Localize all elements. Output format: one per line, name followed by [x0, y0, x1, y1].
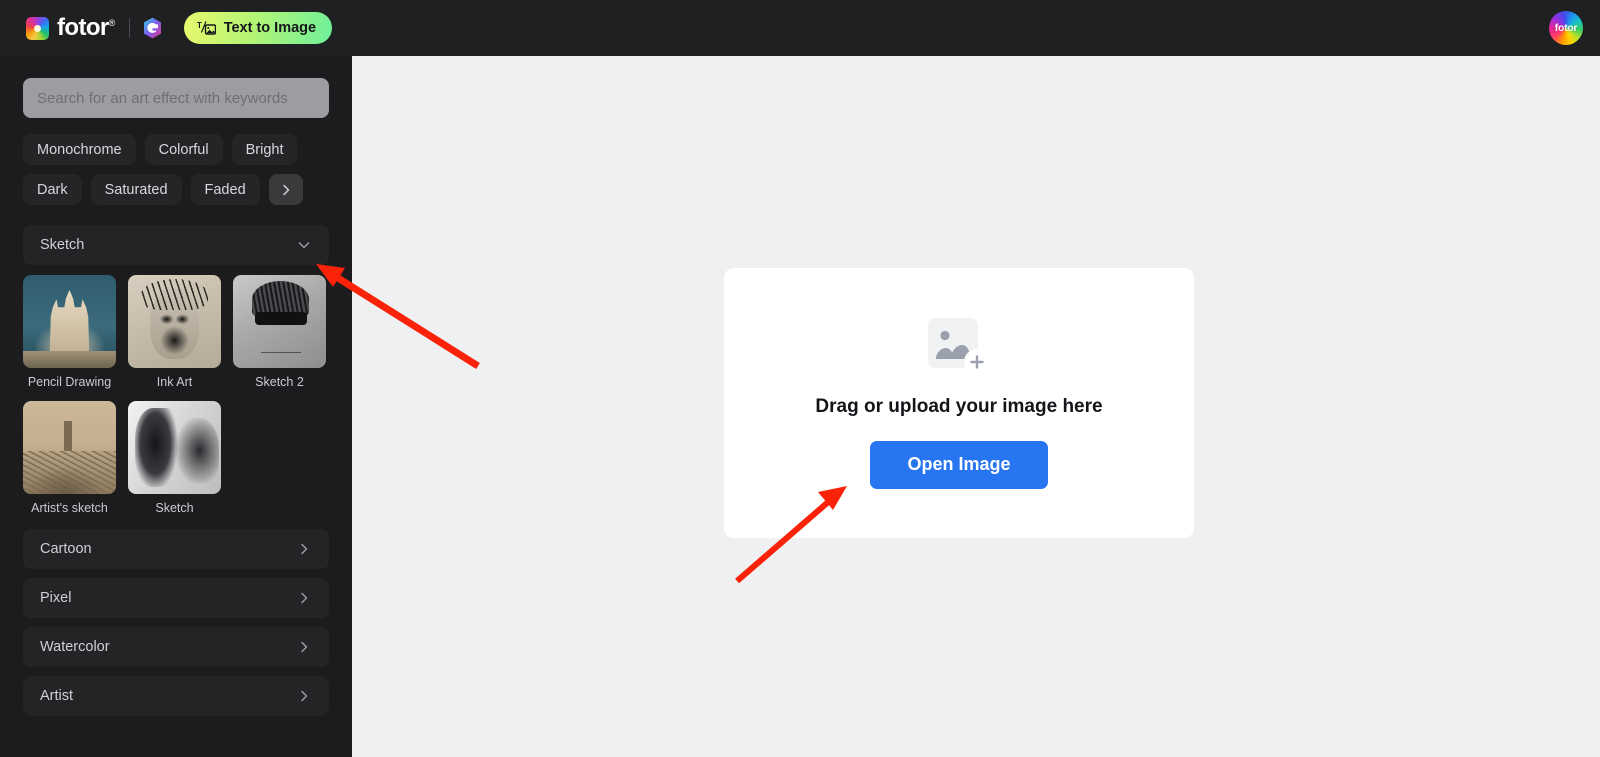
- effect-thumbnail: [128, 275, 221, 368]
- chevron-down-icon: [298, 242, 310, 249]
- effects-sidebar: Monochrome Colorful Bright Dark Saturate…: [0, 56, 352, 757]
- search-input[interactable]: [23, 78, 329, 118]
- fotor-logo-icon: [26, 16, 49, 40]
- filter-tag-saturated[interactable]: Saturated: [90, 174, 182, 205]
- category-title-watercolor: Watercolor: [40, 639, 110, 655]
- upload-dropzone[interactable]: Drag or upload your image here Open Imag…: [724, 268, 1194, 538]
- effect-item-artists-sketch[interactable]: Artist's sketch: [23, 401, 116, 515]
- text-to-image-label: Text to Image: [223, 20, 317, 36]
- goart-logo-icon[interactable]: [143, 17, 162, 39]
- avatar-label: fotor: [1554, 22, 1578, 34]
- more-tags-button[interactable]: [268, 174, 303, 205]
- effect-thumbnail: [23, 401, 116, 494]
- image-placeholder-add-icon: [927, 317, 990, 375]
- category-title-cartoon: Cartoon: [40, 541, 92, 557]
- effect-item-sketch-2[interactable]: Sketch 2: [233, 275, 326, 389]
- effect-label: Ink Art: [156, 375, 193, 389]
- upload-prompt-text: Drag or upload your image here: [815, 395, 1103, 417]
- filter-tag-colorful[interactable]: Colorful: [144, 134, 223, 165]
- effect-label: Sketch: [155, 501, 194, 515]
- registered-mark: ®: [108, 18, 116, 28]
- filter-tag-bright[interactable]: Bright: [231, 134, 298, 165]
- user-avatar[interactable]: fotor: [1549, 11, 1583, 45]
- effect-label: Pencil Drawing: [27, 375, 112, 389]
- filter-tag-dark[interactable]: Dark: [23, 174, 82, 205]
- effect-thumbnail: [128, 401, 221, 494]
- effect-item-sketch[interactable]: Sketch: [128, 401, 221, 515]
- filter-tag-monochrome[interactable]: Monochrome: [23, 134, 136, 165]
- brand-divider: [128, 18, 130, 38]
- sketch-effect-grid: Pencil Drawing Ink Art Sketch 2 Artist's…: [0, 265, 352, 515]
- goart-hex-glyph: [143, 17, 161, 39]
- category-header-pixel[interactable]: Pixel: [23, 578, 329, 618]
- chevron-right-icon: [301, 543, 308, 555]
- category-title-artist: Artist: [40, 688, 74, 704]
- filter-tag-list: Monochrome Colorful Bright Dark Saturate…: [0, 118, 330, 205]
- open-image-button[interactable]: Open Image: [870, 440, 1048, 489]
- effect-thumbnail: [233, 275, 326, 368]
- search-area: [0, 56, 352, 118]
- category-header-watercolor[interactable]: Watercolor: [23, 627, 329, 667]
- chevron-right-icon: [301, 641, 308, 653]
- brand-logo[interactable]: fotor®: [26, 16, 162, 40]
- chevron-right-icon: [282, 184, 289, 195]
- category-header-sketch[interactable]: Sketch: [23, 225, 329, 265]
- fotor-goart-app: fotor® T Text to Image fotor Search for …: [0, 0, 1600, 757]
- filter-tag-faded[interactable]: Faded: [190, 174, 260, 205]
- text-to-image-button[interactable]: T Text to Image: [183, 12, 333, 44]
- svg-text:T: T: [197, 21, 202, 30]
- category-title-sketch: Sketch: [40, 237, 85, 253]
- chevron-right-icon: [301, 592, 308, 604]
- top-bar: fotor® T Text to Image fotor: [0, 0, 1600, 56]
- category-header-cartoon[interactable]: Cartoon: [23, 529, 329, 569]
- effect-item-ink-art[interactable]: Ink Art: [128, 275, 221, 389]
- brand-name: fotor®: [57, 14, 116, 41]
- category-list: Sketch Pencil Drawing Ink Art Sketch 2 A…: [0, 225, 352, 716]
- effect-label: Sketch 2: [255, 375, 304, 389]
- text-to-image-icon: T: [197, 21, 216, 35]
- category-title-pixel: Pixel: [40, 590, 72, 606]
- category-header-artist[interactable]: Artist: [23, 676, 329, 716]
- effect-item-pencil-drawing[interactable]: Pencil Drawing: [23, 275, 116, 389]
- main-canvas: Drag or upload your image here Open Imag…: [352, 56, 1600, 757]
- effect-label: Artist's sketch: [31, 501, 108, 515]
- chevron-right-icon: [301, 690, 308, 702]
- effect-thumbnail: [23, 275, 116, 368]
